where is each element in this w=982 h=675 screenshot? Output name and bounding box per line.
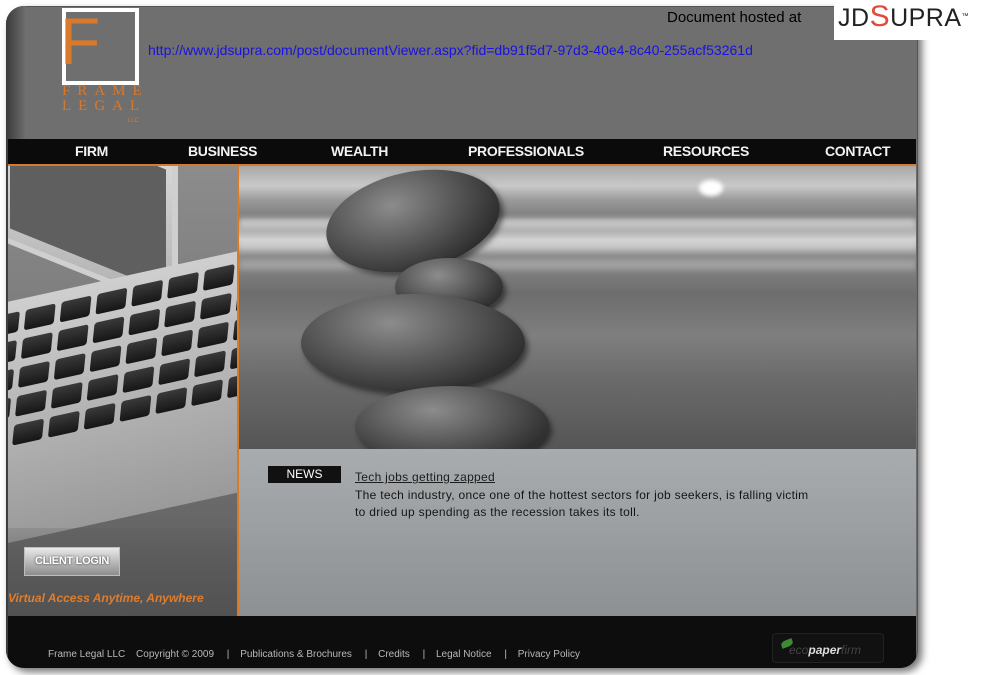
jdsupra-logo[interactable]: JDSUPRA™ bbox=[834, 0, 969, 40]
footer-link-legal-notice[interactable]: Legal Notice bbox=[436, 649, 492, 660]
site-frame: F FRAME LEGAL LLC FIRM BUSINESS WEALTH P… bbox=[6, 6, 918, 668]
nav-item-resources[interactable]: RESOURCES bbox=[663, 143, 749, 159]
frame-legal-logo[interactable]: F bbox=[60, 6, 139, 85]
nav-item-contact[interactable]: CONTACT bbox=[825, 143, 891, 159]
document-url-link[interactable]: http://www.jdsupra.com/post/documentView… bbox=[148, 42, 753, 58]
nav-item-professionals[interactable]: PROFESSIONALS bbox=[468, 143, 584, 159]
laptop-keyboard-graphic bbox=[8, 237, 237, 555]
logo-wordmark: FRAME LEGAL bbox=[62, 83, 149, 114]
stone-graphic bbox=[355, 386, 549, 449]
main-nav: FIRM BUSINESS WEALTH PROFESSIONALS RESOU… bbox=[8, 139, 916, 166]
client-login-tagline: Virtual Access Anytime, Anywhere bbox=[8, 591, 204, 605]
eco-logo-text: ecopaperfirm bbox=[789, 643, 862, 657]
stacked-stones-hero-image bbox=[239, 166, 916, 449]
client-login-button[interactable]: CLIENT LOGIN bbox=[24, 547, 120, 576]
logo-suffix: LLC bbox=[128, 118, 140, 124]
logo-letter: F bbox=[60, 6, 101, 78]
nav-item-business[interactable]: BUSINESS bbox=[188, 143, 257, 159]
stone-graphic bbox=[301, 294, 525, 392]
footer-link-publications[interactable]: Publications & Brochures bbox=[240, 649, 352, 660]
wave-graphic bbox=[239, 260, 916, 270]
footer: Frame Legal LLC Copyright © 2009 | Publi… bbox=[8, 616, 916, 668]
eco-paper-firm-logo[interactable]: ecopaperfirm bbox=[772, 633, 884, 663]
news-headline-link[interactable]: Tech jobs getting zapped bbox=[355, 470, 495, 484]
news-summary: The tech industry, once one of the hotte… bbox=[355, 488, 809, 519]
footer-separator: | bbox=[422, 649, 426, 660]
footer-separator: | bbox=[226, 649, 230, 660]
footer-link-credits[interactable]: Credits bbox=[378, 649, 410, 660]
news-panel: NEWS Tech jobs getting zapped The tech i… bbox=[239, 449, 916, 616]
footer-separator: | bbox=[504, 649, 507, 660]
hosted-label: Document hosted at bbox=[667, 9, 802, 26]
nav-item-firm[interactable]: FIRM bbox=[75, 143, 108, 159]
sun-graphic bbox=[699, 180, 723, 196]
laptop-hero-image: CLIENT LOGIN Virtual Access Anytime, Any… bbox=[8, 166, 239, 616]
footer-company: Frame Legal LLC bbox=[48, 649, 126, 660]
footer-separator: | bbox=[364, 649, 368, 660]
footer-link-privacy-policy[interactable]: Privacy Policy bbox=[518, 649, 580, 660]
news-badge: NEWS bbox=[268, 466, 341, 483]
nav-item-wealth[interactable]: WEALTH bbox=[331, 143, 388, 159]
footer-copyright: Copyright © 2009 bbox=[136, 649, 215, 660]
footer-links: Frame Legal LLC Copyright © 2009 | Publi… bbox=[48, 649, 582, 660]
